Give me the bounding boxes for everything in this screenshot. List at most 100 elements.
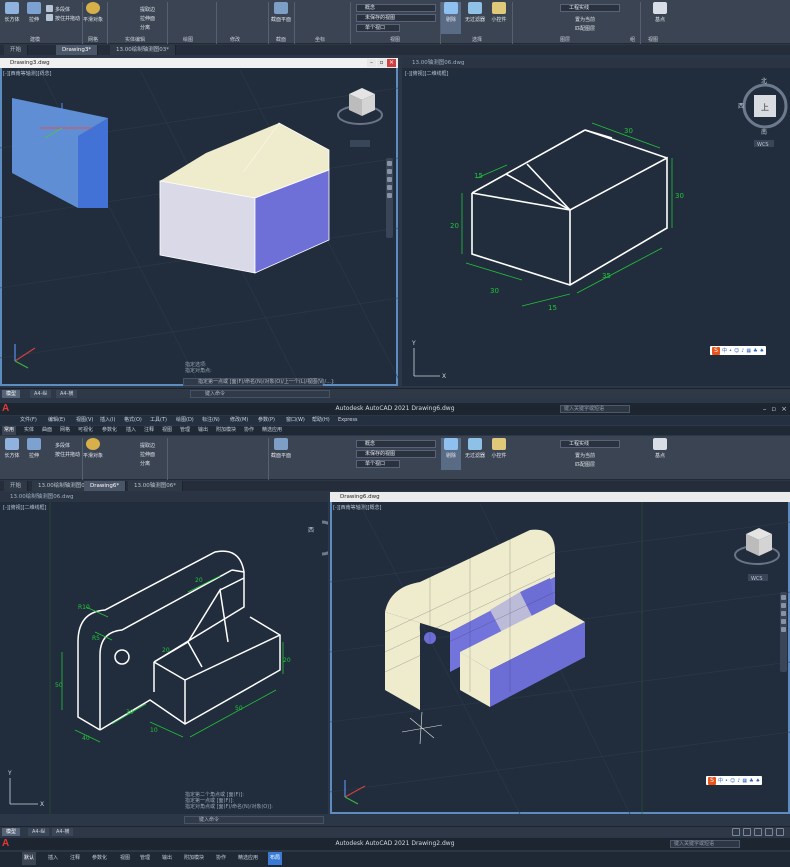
filter-button[interactable]: 无过滤器 (463, 2, 487, 23)
tab-layout-a4-portrait[interactable]: A4-纵 (28, 828, 50, 836)
layer-match-button[interactable]: 匹配图层 (575, 25, 595, 32)
ribbon-tab-mesh[interactable]: 网格 (58, 426, 72, 435)
named-view-dropdown[interactable]: 未保存的视图 (356, 14, 436, 22)
separate-button[interactable]: 分离 (140, 24, 150, 31)
ribbon-tab-manage[interactable]: 管理 (178, 426, 192, 435)
ribbon-tab-featured[interactable]: 精选应用 (236, 852, 260, 865)
extract-edges-button[interactable]: 提取边 (140, 442, 155, 449)
polar-icon[interactable] (765, 828, 773, 836)
menu-file[interactable]: 文件(F) (20, 416, 37, 425)
ribbon-tab-annotate[interactable]: 注释 (68, 852, 82, 865)
grid-icon[interactable] (732, 828, 740, 836)
culling-button[interactable]: 剔除 (441, 2, 461, 34)
menu-express[interactable]: Express (338, 416, 358, 425)
menu-format[interactable]: 格式(O) (124, 416, 142, 425)
viewport-axonometric-06[interactable]: 13.00轴测图06.dwg [-][俯视][二维线框] 30 15 30 20… (402, 58, 790, 386)
base-button[interactable]: 基点 (650, 2, 670, 23)
ribbon-tab-view[interactable]: 视图 (118, 852, 132, 865)
tab-axonometric-06[interactable]: 13.00轴测图06* (128, 481, 183, 491)
ribbon-tab-collaborate[interactable]: 协作 (242, 426, 256, 435)
visual-style-dropdown[interactable]: 概念 (356, 440, 436, 448)
ribbon-tab-view[interactable]: 视图 (160, 426, 174, 435)
wcs-badge[interactable] (350, 140, 370, 147)
polysolid-button[interactable]: 多段体 (55, 6, 70, 13)
presspull-button[interactable]: 按住并拖动 (55, 451, 80, 458)
menu-help[interactable]: 帮助(H) (312, 416, 330, 425)
menu-tools[interactable]: 工具(T) (150, 416, 167, 425)
separate-button[interactable]: 分离 (140, 460, 150, 467)
tab-layout-a4-landscape[interactable]: A4-横 (52, 828, 74, 836)
extract-edges-button[interactable]: 提取边 (140, 6, 155, 13)
viewcube-icon[interactable] (321, 520, 328, 556)
ribbon-tab-home[interactable]: 常用 (2, 426, 17, 435)
smooth-button[interactable]: 平滑对象 (83, 438, 103, 459)
filter-button[interactable]: 无过滤器 (463, 438, 487, 459)
tab-drawing6[interactable]: Drawing6* (84, 481, 127, 491)
snap-icon[interactable] (743, 828, 751, 836)
ribbon-tab-output[interactable]: 输出 (196, 426, 210, 435)
tab-layout-a4-portrait[interactable]: A4-纵 (30, 390, 52, 398)
ribbon-tab-manage[interactable]: 管理 (138, 852, 152, 865)
ribbon-tab-insert[interactable]: 插入 (124, 426, 138, 435)
ime-toolbar[interactable]: S 中 • ☺ ♪ ▦ ♣ ♠ (710, 346, 767, 355)
smooth-button[interactable]: 平滑对象 (83, 2, 103, 23)
viewcube-icon[interactable] (337, 88, 383, 125)
search-input[interactable]: 键入关键字或短语 (560, 405, 630, 413)
layer-set-current-button[interactable]: 置为当前 (575, 16, 595, 23)
box-button[interactable]: 长方体 (2, 438, 22, 459)
layer-match-button[interactable]: 匹配图层 (575, 461, 595, 468)
menu-view[interactable]: 视图(V) (76, 416, 93, 425)
menu-insert[interactable]: 插入(I) (100, 416, 115, 425)
viewport-drawing6[interactable]: Drawing6.dwg [-][西南等轴测][概念] WCS S 中 • ☺ … (330, 492, 790, 814)
command-line[interactable]: 键入命令 (184, 816, 324, 824)
layer-dropdown[interactable]: 工程实线 (560, 4, 620, 12)
viewport-config-dropdown[interactable]: 单个视口 (356, 24, 400, 32)
extrude-button[interactable]: 拉伸 (24, 438, 44, 459)
section-plane-button[interactable]: 截面平面 (271, 2, 291, 23)
menu-modify[interactable]: 修改(M) (230, 416, 248, 425)
ribbon-tab-insert[interactable]: 插入 (46, 852, 60, 865)
viewport-config-dropdown[interactable]: 单个视口 (356, 460, 400, 468)
menu-parametric[interactable]: 参数(P) (258, 416, 275, 425)
restore-icon[interactable]: ▫ (771, 405, 776, 413)
gizmo-button[interactable]: 小控件 (488, 438, 510, 459)
menu-edit[interactable]: 编辑(E) (48, 416, 65, 425)
navigation-bar[interactable] (386, 158, 393, 238)
tab-drawing3[interactable]: Drawing3* (56, 45, 99, 55)
viewcube-icon[interactable] (734, 528, 780, 565)
command-line[interactable]: 指定第一点或 [面(F)/命名(N)/对象(O)/上一个(L)/视图(V)/..… (183, 378, 335, 386)
ribbon-tab-annotate[interactable]: 注释 (142, 426, 156, 435)
navigation-bar[interactable] (780, 592, 787, 672)
culling-button[interactable]: 剔除 (441, 438, 461, 470)
extrude-face-button[interactable]: 拉伸面 (140, 451, 155, 458)
gizmo-button[interactable]: 小控件 (488, 2, 510, 23)
tab-model[interactable]: 模型 (2, 390, 21, 398)
ribbon-tab-featured[interactable]: 精选应用 (260, 426, 284, 435)
compass-west[interactable]: 西 (738, 103, 744, 110)
tab-start[interactable]: 开始 (4, 481, 29, 491)
compass-west[interactable]: 西 (308, 527, 314, 534)
compass-south[interactable]: 南 (761, 128, 767, 136)
ortho-icon[interactable] (754, 828, 762, 836)
box-button[interactable]: 长方体 (2, 2, 22, 23)
search-input[interactable]: 键入关键字或短语 (670, 840, 740, 848)
extrude-button[interactable]: 拉伸 (24, 2, 44, 23)
layer-dropdown[interactable]: 工程实线 (560, 440, 620, 448)
visual-style-dropdown[interactable]: 概念 (356, 4, 436, 12)
menu-dimension[interactable]: 标注(N) (202, 416, 220, 425)
ribbon-tab-addins[interactable]: 附加模块 (182, 852, 206, 865)
ribbon-tab-parametric[interactable]: 参数化 (90, 852, 109, 865)
viewcube-face[interactable]: 上 (761, 103, 769, 112)
base-button[interactable]: 基点 (650, 438, 670, 459)
compass-north[interactable]: 北 (761, 77, 767, 85)
extrude-face-button[interactable]: 拉伸面 (140, 15, 155, 22)
polysolid-button[interactable]: 多段体 (55, 442, 70, 449)
ribbon-tab-visualize[interactable]: 可视化 (76, 426, 95, 435)
presspull-button[interactable]: 按住并拖动 (55, 15, 80, 22)
viewport-drawing3[interactable]: Drawing3.dwg – ▫ × [-][西南等轴测][概念] 指定选项: … (0, 58, 398, 386)
section-plane-button[interactable]: 截面平面 (271, 438, 291, 459)
ime-toolbar[interactable]: S 中 • ☺ ♪ ▦ ♣ ♠ (706, 776, 763, 785)
minimize-icon[interactable]: – (763, 405, 767, 413)
ribbon-tab-collaborate[interactable]: 协作 (214, 852, 228, 865)
tab-drawing-13[interactable]: 13.00绘制轴测图03* (110, 45, 176, 55)
